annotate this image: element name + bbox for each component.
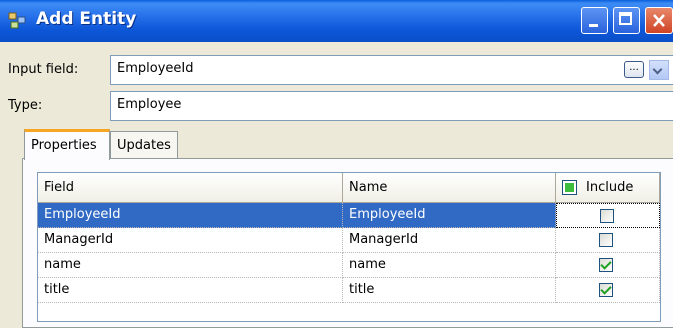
maximize-button[interactable] <box>613 7 640 34</box>
field-cell[interactable]: title <box>38 278 343 303</box>
field-cell[interactable]: name <box>38 253 343 278</box>
window-title: Add Entity <box>36 9 137 29</box>
include-checkbox[interactable] <box>599 283 613 297</box>
tab-properties[interactable]: Properties <box>24 129 110 160</box>
include-cell[interactable] <box>556 278 660 303</box>
close-icon <box>653 14 665 27</box>
name-cell[interactable]: ManagerId <box>343 228 556 253</box>
include-all-checkbox[interactable] <box>562 180 577 195</box>
name-cell[interactable]: name <box>343 253 556 278</box>
tab-updates-label: Updates <box>117 138 171 153</box>
column-header-name[interactable]: Name <box>343 173 556 203</box>
field-cell[interactable]: ManagerId <box>38 228 343 253</box>
field-cell[interactable]: EmployeeId <box>38 203 343 228</box>
type-field[interactable]: Employee <box>110 91 673 121</box>
close-button[interactable] <box>645 7 673 34</box>
type-value: Employee <box>117 97 182 112</box>
type-label: Type: <box>8 98 43 113</box>
input-field-label: Input field: <box>8 62 79 77</box>
column-header-name-label: Name <box>349 180 388 195</box>
tab-updates[interactable]: Updates <box>110 131 178 158</box>
include-checkbox[interactable] <box>599 258 613 272</box>
input-field-combobox[interactable]: EmployeeId <box>110 55 673 85</box>
name-cell[interactable]: title <box>343 278 556 303</box>
table-row[interactable]: name name <box>38 253 660 278</box>
include-cell[interactable] <box>556 203 660 228</box>
title-bar[interactable]: Add Entity <box>0 0 673 42</box>
table-row[interactable]: ManagerId ManagerId <box>38 228 660 253</box>
include-cell[interactable] <box>556 228 660 253</box>
include-checkbox[interactable] <box>600 209 614 223</box>
tab-properties-label: Properties <box>31 138 97 153</box>
include-cell[interactable] <box>556 253 660 278</box>
column-header-field-label: Field <box>44 180 75 195</box>
chevron-down-icon[interactable] <box>649 60 669 80</box>
name-cell[interactable]: EmployeeId <box>343 203 556 228</box>
browse-button[interactable]: ... <box>624 61 644 78</box>
app-entity-icon <box>8 12 26 29</box>
minimize-button[interactable] <box>581 7 608 34</box>
table-row[interactable]: EmployeeId EmployeeId <box>38 203 660 228</box>
include-checkbox[interactable] <box>599 233 613 247</box>
input-field-value: EmployeeId <box>117 61 194 76</box>
add-entity-window: Add Entity Input field: EmployeeId ... T… <box>0 0 673 328</box>
column-header-include-label: Include <box>586 180 634 195</box>
table-row[interactable]: title title <box>38 278 660 303</box>
column-header-field[interactable]: Field <box>38 173 343 203</box>
properties-grid[interactable]: Field Name Include EmployeeId EmployeeId… <box>37 172 661 322</box>
column-header-include[interactable]: Include <box>556 173 660 203</box>
